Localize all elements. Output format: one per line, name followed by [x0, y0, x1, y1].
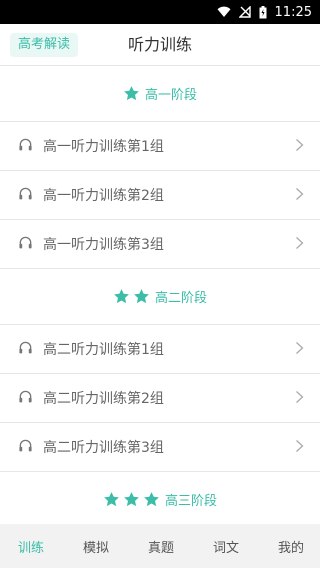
- list-item-label: 高一听力训练第1组: [43, 139, 164, 155]
- status-bar: 11:25: [0, 0, 320, 24]
- tab-0[interactable]: 训练: [18, 537, 44, 556]
- section-title: 高二阶段: [154, 291, 207, 306]
- list-item[interactable]: 高一听力训练第3组: [0, 220, 320, 269]
- section-header: 高一阶段: [0, 66, 320, 122]
- chevron-right-icon: [295, 137, 304, 156]
- chevron-right-icon: [295, 340, 304, 359]
- no-signal-icon: [238, 6, 251, 18]
- star-icon: [103, 491, 120, 508]
- list-item-label: 高二听力训练第1组: [43, 342, 164, 358]
- tab-3[interactable]: 词文: [213, 537, 239, 556]
- section-title: 高一阶段: [144, 88, 197, 103]
- chevron-right-icon: [295, 389, 304, 408]
- headphones-icon: [18, 438, 43, 457]
- star-icon: [113, 288, 130, 305]
- list-item[interactable]: 高二听力训练第1组: [0, 325, 320, 374]
- section-header: 高三阶段: [0, 472, 320, 524]
- tab-2[interactable]: 真题: [148, 537, 174, 556]
- list-item-label: 高二听力训练第3组: [43, 440, 164, 456]
- star-icon: [123, 491, 140, 508]
- chevron-right-icon: [295, 235, 304, 254]
- list-item[interactable]: 高二听力训练第2组: [0, 374, 320, 423]
- status-time: 11:25: [274, 4, 312, 20]
- tab-4[interactable]: 我的: [278, 537, 304, 556]
- headphones-icon: [18, 235, 43, 254]
- section-header: 高二阶段: [0, 269, 320, 325]
- list-item[interactable]: 高一听力训练第2组: [0, 171, 320, 220]
- star-icon: [133, 288, 150, 305]
- exam-guide-button[interactable]: 高考解读: [10, 33, 79, 57]
- list-item[interactable]: 高二听力训练第3组: [0, 423, 320, 472]
- bottom-tab-bar: 训练 模拟 真题 词文 我的: [0, 524, 320, 568]
- section-title: 高三阶段: [164, 494, 217, 509]
- star-icon: [123, 85, 140, 102]
- list-item[interactable]: 高一听力训练第1组: [0, 122, 320, 171]
- headphones-icon: [18, 137, 43, 156]
- wifi-icon: [217, 6, 231, 18]
- chevron-right-icon: [295, 438, 304, 457]
- headphones-icon: [18, 186, 43, 205]
- tab-1[interactable]: 模拟: [83, 537, 109, 556]
- app-bar: 高考解读 听力训练: [0, 24, 320, 66]
- headphones-icon: [18, 340, 43, 359]
- list-item-label: 高一听力训练第3组: [43, 237, 164, 253]
- list-item-label: 高一听力训练第2组: [43, 188, 164, 204]
- star-icon: [143, 491, 160, 508]
- battery-icon: [259, 5, 267, 19]
- chevron-right-icon: [295, 186, 304, 205]
- listening-list[interactable]: 高一阶段高一听力训练第1组 高一听力训练第2组 高一听力训练第3组高二阶段高二听力训…: [0, 66, 320, 524]
- headphones-icon: [18, 389, 43, 408]
- list-item-label: 高二听力训练第2组: [43, 391, 164, 407]
